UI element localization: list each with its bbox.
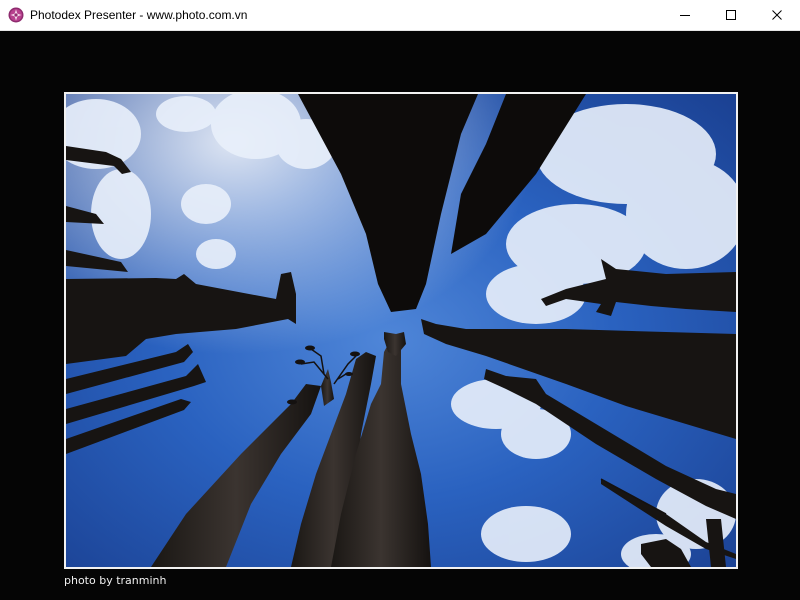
- maximize-button[interactable]: [708, 0, 754, 30]
- title-bar[interactable]: Photodex Presenter - www.photo.com.vn: [0, 0, 800, 31]
- window-title: Photodex Presenter - www.photo.com.vn: [30, 8, 248, 22]
- photo-frame[interactable]: [64, 92, 738, 569]
- photodex-logo-icon: [8, 7, 24, 23]
- minimize-button[interactable]: [662, 0, 708, 30]
- close-icon: [772, 10, 782, 20]
- minimize-icon: [680, 15, 690, 16]
- maximize-icon: [726, 10, 736, 20]
- photo-image: [66, 94, 736, 567]
- photo-caption: photo by tranminh: [64, 574, 167, 587]
- close-button[interactable]: [754, 0, 800, 30]
- app-window: Photodex Presenter - www.photo.com.vn ph…: [0, 0, 800, 600]
